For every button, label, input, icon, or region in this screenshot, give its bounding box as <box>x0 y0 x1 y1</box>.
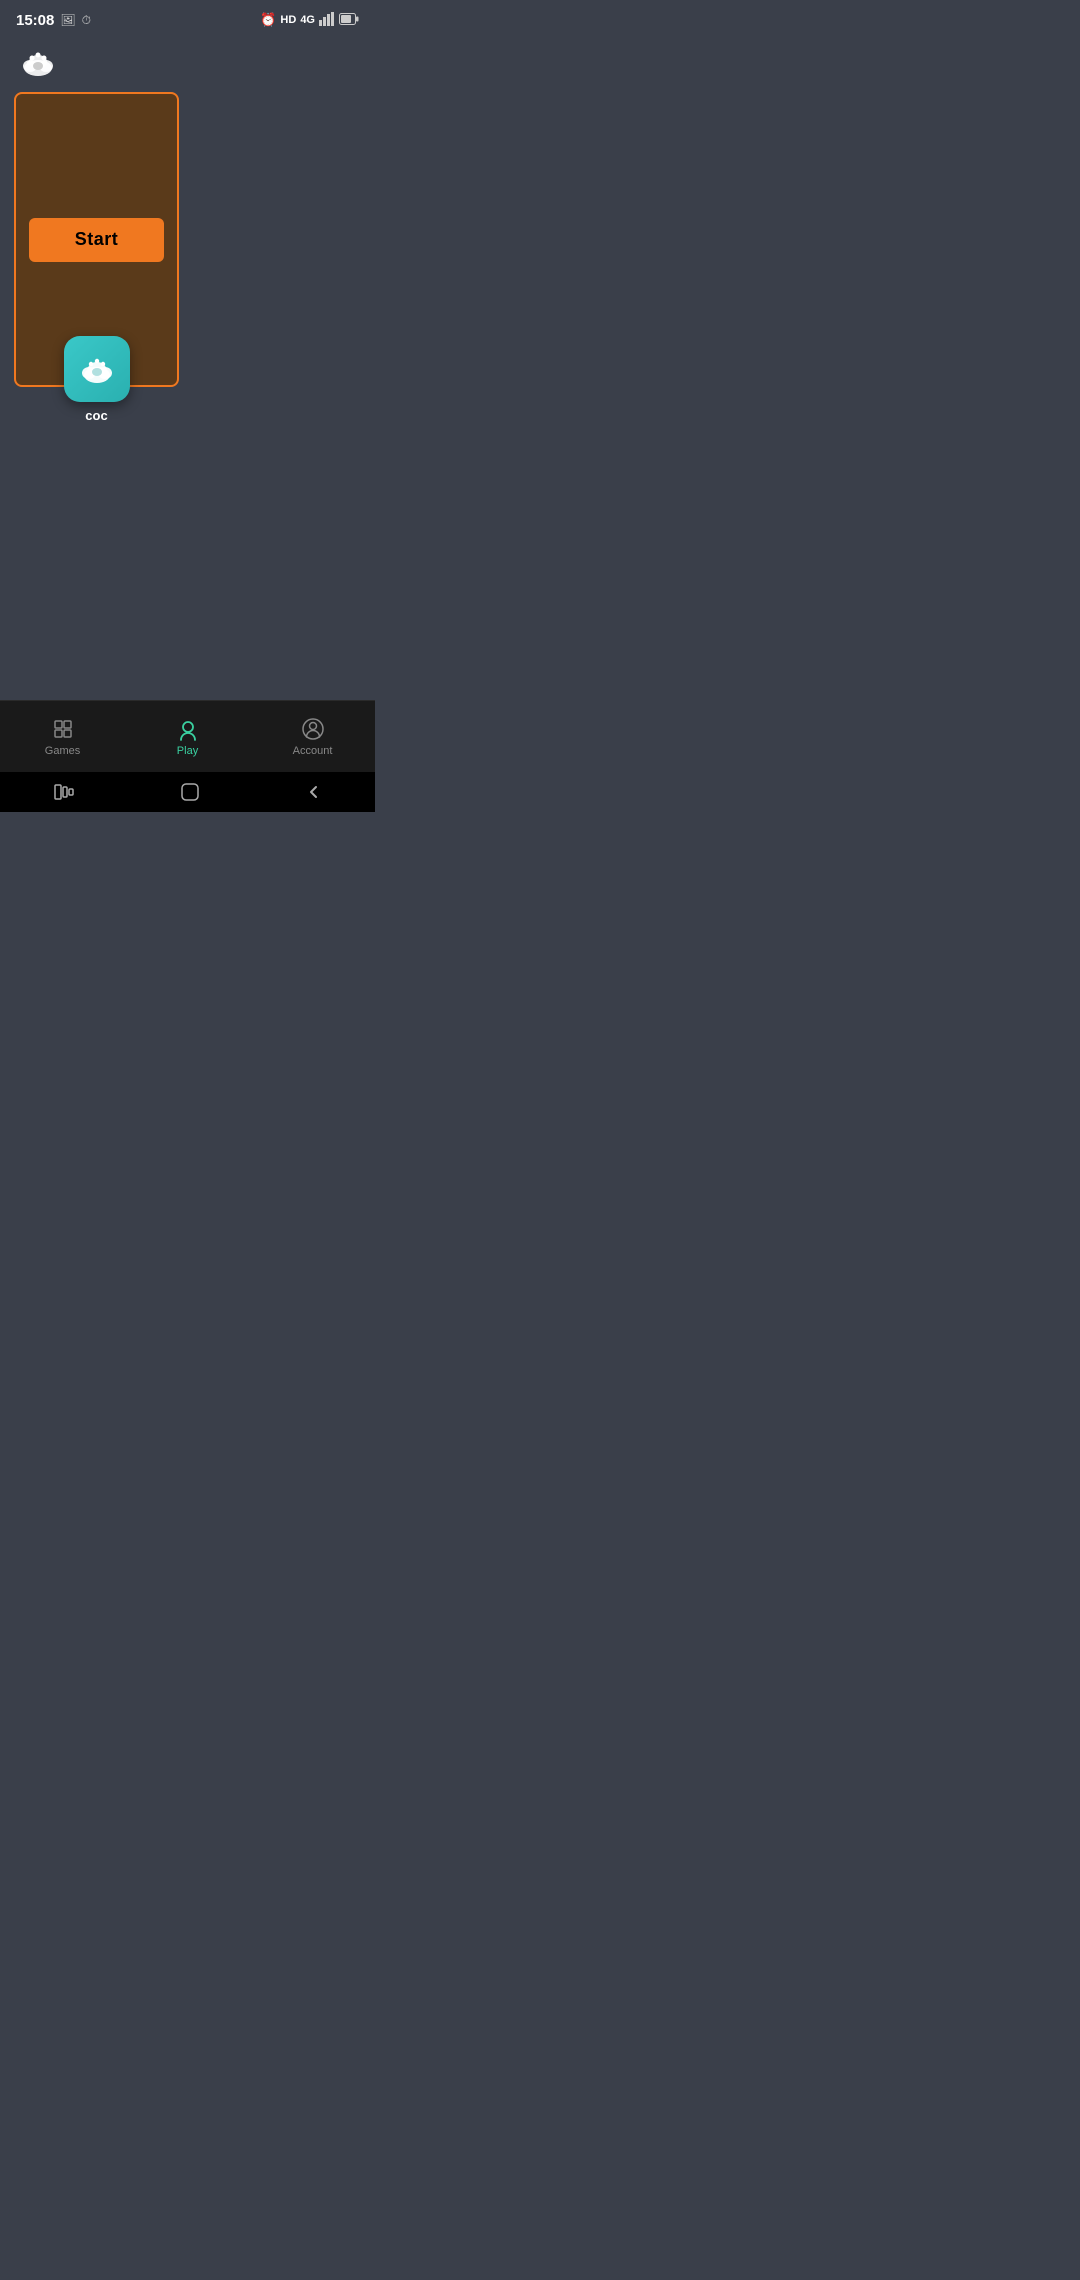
clock-icon: ⏱ <box>82 13 91 28</box>
games-label: Games <box>45 745 80 757</box>
account-label: Account <box>293 745 333 757</box>
image-icon: 🖼 <box>60 13 75 27</box>
game-card-wrapper: Start <box>14 92 179 387</box>
nav-item-play[interactable]: Play <box>125 708 250 765</box>
home-button[interactable] <box>180 782 200 802</box>
status-time: 15:08 <box>16 12 54 29</box>
status-bar: 15:08 🖼 ⏱ ⏰ HD 4G <box>0 0 375 36</box>
nav-item-games[interactable]: Games <box>0 708 125 765</box>
header-logo <box>16 40 60 84</box>
account-icon <box>300 716 326 742</box>
hd-badge: HD <box>280 14 296 26</box>
main-content: Start <box>0 92 375 700</box>
battery-icon <box>339 13 359 28</box>
app-header <box>0 36 375 92</box>
back-button[interactable] <box>305 783 323 801</box>
play-icon <box>175 716 201 742</box>
nav-item-account[interactable]: Account <box>250 708 375 765</box>
recent-apps-button[interactable] <box>53 783 75 801</box>
status-left: 15:08 🖼 ⏱ <box>16 12 91 29</box>
app-label: coc <box>85 408 107 423</box>
games-icon <box>50 716 76 742</box>
game-card: Start <box>14 92 179 387</box>
app-icon[interactable] <box>64 336 130 402</box>
bottom-nav: Games Play Account <box>0 700 375 772</box>
signal-icon <box>319 12 335 29</box>
start-button[interactable]: Start <box>29 218 164 262</box>
play-label: Play <box>177 745 198 757</box>
status-right: ⏰ HD 4G <box>260 12 359 29</box>
gesture-bar <box>0 772 375 812</box>
4g-badge: 4G <box>300 14 315 26</box>
alarm-icon: ⏰ <box>260 12 276 28</box>
app-icon-container: coc <box>64 336 130 423</box>
